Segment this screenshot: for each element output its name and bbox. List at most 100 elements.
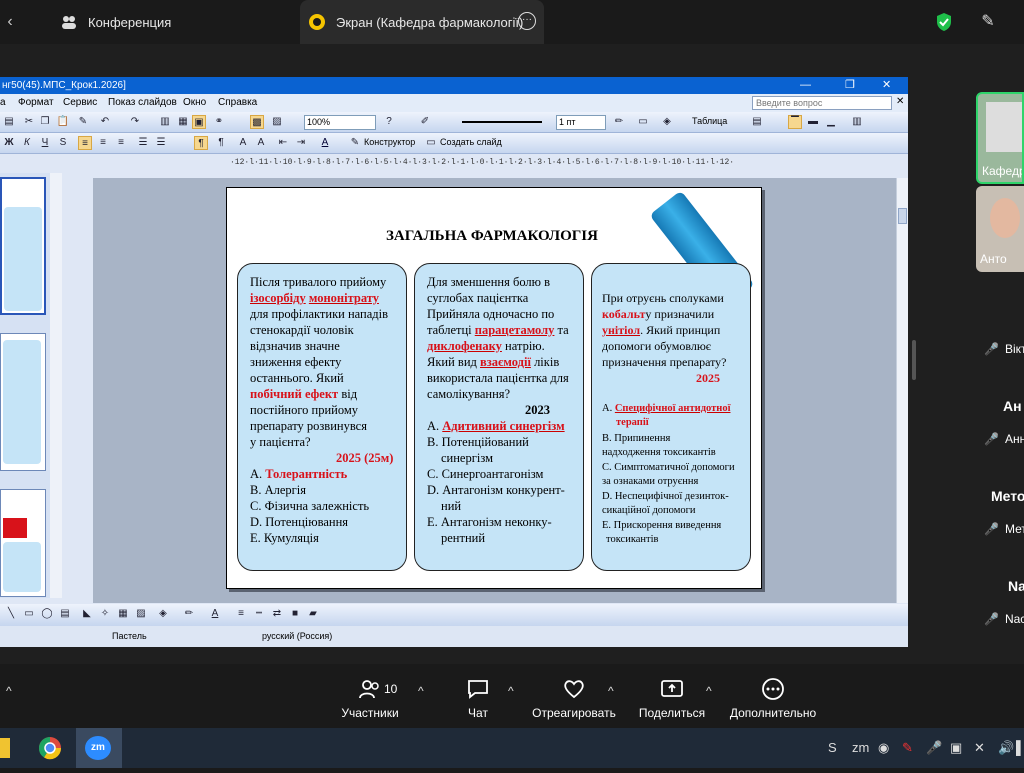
rtl-icon[interactable]: ¶ [214, 136, 228, 150]
skype-icon[interactable]: S [828, 740, 837, 755]
menu-item-window[interactable]: Окно [183, 97, 206, 108]
line-width-select[interactable]: 1 пт [556, 115, 606, 130]
paste-icon[interactable]: 📋 [56, 115, 70, 129]
question-card-1[interactable]: Після тривалого прийому ізосорбіду монон… [237, 263, 407, 571]
chrome-taskbar-button[interactable] [28, 728, 72, 768]
zoom-taskbar-button[interactable]: zm [76, 728, 122, 768]
slide-thumbnail[interactable] [0, 333, 46, 471]
media-icon[interactable]: ▣ [950, 740, 962, 756]
share-button[interactable]: Поделиться [636, 678, 708, 720]
designer-button[interactable]: Конструктор [364, 137, 415, 147]
hyperlink-icon[interactable]: ⚭ [212, 115, 226, 129]
underline-icon[interactable]: Ч [38, 136, 52, 150]
eye-icon[interactable]: ◉ [878, 740, 889, 756]
zoom-select[interactable]: 100% [304, 115, 376, 130]
react-chevron-icon[interactable]: ^ [608, 684, 614, 698]
grid-icon[interactable]: ▩ [250, 115, 264, 129]
italic-icon[interactable]: К [20, 136, 34, 150]
shield-icon[interactable] [934, 12, 954, 32]
chevron-up-icon[interactable]: ^ [6, 684, 12, 698]
permission-icon[interactable]: ▤ [2, 115, 16, 129]
mic-tray-icon[interactable]: 🎤 [926, 740, 942, 756]
textbox-tool-icon[interactable]: ▤ [58, 607, 72, 621]
font-color-tool-icon[interactable]: A [208, 607, 222, 621]
question-card-2[interactable]: Для зменшення болю в суглобах пацієнтка … [414, 263, 584, 571]
help-icon[interactable]: ? [382, 115, 396, 129]
3d-style-icon[interactable]: ▰ [306, 607, 320, 621]
maximize-button[interactable]: ❐ [845, 77, 855, 94]
fill-color-tool-icon[interactable]: ◈ [156, 607, 170, 621]
bold-icon[interactable]: Ж [2, 136, 16, 150]
color-icon[interactable]: ▨ [270, 115, 284, 129]
redo-icon[interactable]: ↷ [128, 115, 142, 129]
participant-row[interactable]: 🎤 Вікт [984, 342, 1024, 356]
align-left-icon[interactable]: ≡ [78, 136, 92, 150]
more-button[interactable]: Дополнительно [726, 678, 820, 720]
shadow-icon[interactable]: S [56, 136, 70, 150]
acrobat-icon[interactable]: ✎ [902, 740, 913, 756]
numbering-icon[interactable]: ☰ [136, 136, 150, 150]
participant-video-1[interactable]: Кафедр [976, 92, 1024, 184]
new-slide-button[interactable]: Создать слайд [440, 137, 502, 147]
align-middle-icon[interactable]: ▬ [806, 115, 820, 129]
ltr-icon[interactable]: ¶ [194, 136, 208, 150]
increase-indent-icon[interactable]: ⇥ [294, 136, 308, 150]
copy-icon[interactable]: ❐ [38, 115, 52, 129]
align-bottom-icon[interactable]: ▁ [824, 115, 838, 129]
chat-button[interactable]: Чат [458, 678, 498, 720]
participant-video-2[interactable]: Анто [976, 186, 1024, 272]
back-icon[interactable]: ‹ [0, 12, 20, 32]
file-explorer-icon[interactable] [0, 738, 10, 758]
image-icon[interactable]: ▨ [134, 607, 148, 621]
share-chevron-icon[interactable]: ^ [706, 684, 712, 698]
rectangle-tool-icon[interactable]: ▭ [22, 607, 36, 621]
menu-item-help[interactable]: Справка [218, 97, 257, 108]
increase-font-icon[interactable]: A [236, 136, 250, 150]
menu-item-service[interactable]: Сервис [63, 97, 97, 108]
minimize-button[interactable]: — [800, 77, 811, 94]
oval-tool-icon[interactable]: ◯ [40, 607, 54, 621]
participants-chevron-icon[interactable]: ^ [418, 684, 424, 698]
question-card-3[interactable]: При отруєнь сполуками кобальту призначил… [591, 263, 751, 571]
zoom-tray-icon[interactable]: zm [852, 740, 869, 755]
clipart-icon[interactable]: ▦ [116, 607, 130, 621]
font-color-icon[interactable]: A [318, 136, 332, 150]
bullets-icon[interactable]: ☰ [154, 136, 168, 150]
decrease-indent-icon[interactable]: ⇤ [276, 136, 290, 150]
line-tool-icon[interactable]: ╲ [4, 607, 18, 621]
line-style-preview[interactable] [462, 121, 542, 123]
line-color-icon[interactable]: ✏ [612, 115, 626, 129]
panel-resize-handle[interactable] [912, 340, 916, 380]
align-right-icon[interactable]: ≡ [114, 136, 128, 150]
slide-thumbnail[interactable] [0, 489, 46, 597]
dash-style-icon[interactable]: ┅ [252, 607, 266, 621]
align-center-icon[interactable]: ≡ [96, 136, 110, 150]
draw-icon[interactable]: ✐ [418, 115, 432, 129]
align-top-icon[interactable]: ▔ [788, 115, 802, 129]
thumbnails-scrollbar[interactable] [50, 173, 62, 598]
menu-item-format[interactable]: Формат [18, 97, 54, 108]
chart-icon[interactable]: ▥ [158, 115, 172, 129]
tab-conference[interactable]: Конференция [48, 0, 183, 44]
arrow-style-icon[interactable]: ⇄ [270, 607, 284, 621]
slide-scrollbar[interactable] [896, 178, 908, 603]
shadow-style-icon[interactable]: ■ [288, 607, 302, 621]
diagram-icon[interactable]: ✧ [98, 607, 112, 621]
menu-item-view[interactable]: а [0, 97, 6, 108]
table-icon[interactable]: ▦ [176, 115, 190, 129]
wordart-icon[interactable]: ◣ [80, 607, 94, 621]
ask-question-input[interactable]: Введите вопрос [752, 96, 892, 110]
merge-icon[interactable]: ▤ [750, 115, 764, 129]
network-icon[interactable]: ▌ [1016, 740, 1024, 755]
cut-icon[interactable]: ✂ [22, 115, 36, 129]
annotate-icon[interactable]: ✎ [978, 12, 998, 32]
volume-icon[interactable]: 🔊 [998, 740, 1014, 756]
react-button[interactable]: Отреагировать [528, 678, 620, 720]
close-doc-icon[interactable]: ✕ [896, 96, 904, 107]
participant-row[interactable]: 🎤Анна [984, 432, 1024, 446]
undo-icon[interactable]: ↶ [98, 115, 112, 129]
distribute-icon[interactable]: ▥ [850, 115, 864, 129]
insert-picture-icon[interactable]: ▣ [192, 115, 206, 129]
tab-more-icon[interactable]: ··· [518, 12, 536, 30]
table-menu[interactable]: Таблица [692, 116, 727, 126]
